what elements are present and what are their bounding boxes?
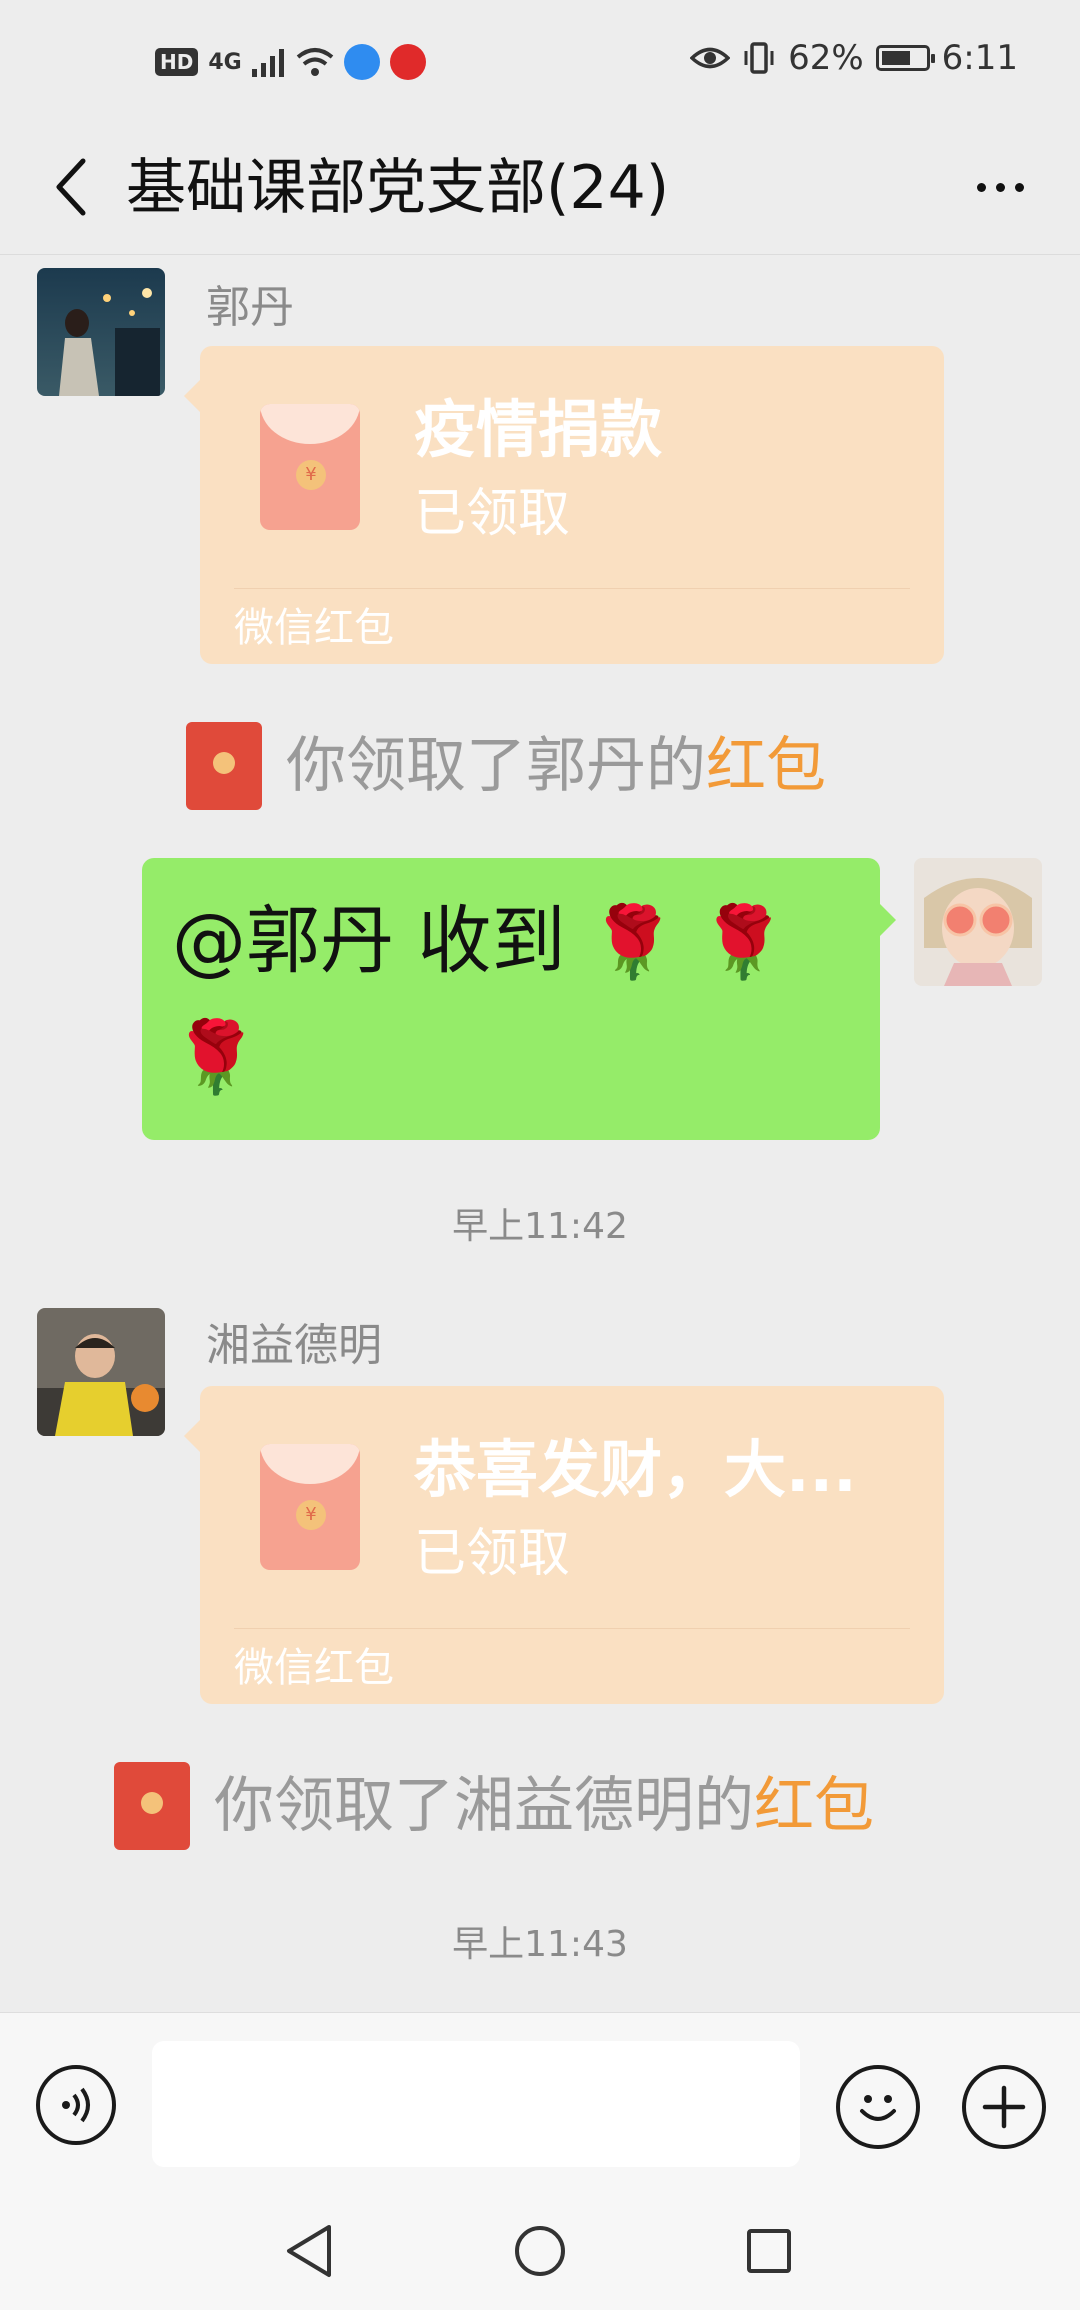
battery-percent: 62% <box>788 38 864 78</box>
clock: 6:11 <box>941 38 1018 78</box>
nav-home-button[interactable] <box>505 2216 575 2286</box>
more-dots-icon <box>976 182 986 192</box>
red-packet-card[interactable]: ¥ 疫情捐款 已领取 微信红包 <box>184 346 944 664</box>
status-right-icons: 62% 6:11 <box>690 38 1018 78</box>
voice-button[interactable] <box>36 2065 116 2145</box>
avatar-image <box>37 1308 165 1436</box>
emoji-button[interactable] <box>836 2065 920 2149</box>
emoji-icon <box>860 2095 896 2121</box>
triangle-back-icon <box>287 2225 331 2277</box>
avatar-guodan[interactable] <box>37 268 165 396</box>
network-label: 4G <box>208 49 242 75</box>
my-message-bubble[interactable]: @郭丹 收到 🌹 🌹 🌹 <box>142 858 896 1140</box>
more-dot <box>995 182 1005 192</box>
input-bar <box>0 2012 1080 2193</box>
system-navigation-bar <box>0 2192 1080 2310</box>
square-recents-icon <box>747 2229 791 2273</box>
status-bar: HD 4G 62% 6:11 <box>0 0 1080 124</box>
eye-icon <box>690 47 731 69</box>
more-dot <box>1014 182 1024 192</box>
chat-header: 基础课部党支部(24) <box>0 124 1080 255</box>
message-input[interactable] <box>152 2041 800 2167</box>
red-packet-divider <box>234 588 910 589</box>
battery-icon <box>875 45 935 71</box>
more-options-button[interactable] <box>960 152 1040 222</box>
rose-emoji: 🌹 <box>172 1016 260 1098</box>
system-notice: 你领取了郭丹的红包 <box>186 722 826 810</box>
red-packet-link[interactable]: 红包 <box>754 1771 874 1841</box>
red-packet-icon: ¥ <box>260 404 360 530</box>
wifi-icon <box>296 48 333 76</box>
voice-icon <box>62 2087 90 2123</box>
system-notice: 你领取了湘益德明的红包 <box>114 1762 874 1850</box>
system-notice-text: 你领取了郭丹的 <box>286 731 706 801</box>
red-packet-status: 已领取 <box>414 1524 571 1584</box>
hd-icon: HD <box>155 48 199 76</box>
more-functions-button[interactable] <box>962 2065 1046 2149</box>
red-packet-small-icon <box>114 1762 190 1850</box>
timestamp: 早上11:43 <box>452 1924 628 1965</box>
sender-name: 湘益德明 <box>206 1320 382 1371</box>
red-packet-status: 已领取 <box>414 484 571 544</box>
red-packet-title: 疫情捐款 <box>414 393 663 466</box>
chat-title: 基础课部党支部(24) <box>126 153 670 223</box>
red-packet-card[interactable]: ¥ 恭喜发财，大... 已领取 微信红包 <box>184 1386 944 1704</box>
red-packet-label: 微信红包 <box>234 605 394 651</box>
back-button[interactable] <box>36 152 106 222</box>
my-avatar[interactable] <box>914 858 1042 986</box>
nav-back-button[interactable] <box>274 2216 344 2286</box>
timestamp: 早上11:42 <box>452 1206 628 1247</box>
app-notification-icon <box>343 44 380 80</box>
red-packet-icon: ¥ <box>260 1444 360 1570</box>
avatar-image <box>37 268 165 396</box>
signal-icon <box>251 49 284 77</box>
message-text: @郭丹 收到 <box>172 898 566 984</box>
rose-emoji: 🌹 <box>589 901 677 983</box>
plus-icon <box>982 2085 1026 2129</box>
red-packet-title: 恭喜发财，大... <box>414 1433 857 1506</box>
red-packet-small-icon <box>186 722 262 810</box>
vibrate-icon <box>744 42 774 74</box>
red-packet-label: 微信红包 <box>234 1645 394 1691</box>
circle-home-icon <box>515 2226 565 2276</box>
rose-emoji: 🌹 <box>699 901 787 983</box>
back-arrow-icon <box>56 158 86 216</box>
red-packet-link[interactable]: 红包 <box>706 731 826 801</box>
avatar-image <box>914 858 1042 986</box>
system-notice-text: 你领取了湘益德明的 <box>214 1771 754 1841</box>
app-notification-icon-2 <box>389 44 426 80</box>
red-packet-divider <box>234 1628 910 1629</box>
avatar-xiangyidm[interactable] <box>37 1308 165 1436</box>
nav-recents-button[interactable] <box>734 2216 804 2286</box>
status-left-icons: HD 4G <box>155 44 426 80</box>
sender-name: 郭丹 <box>206 282 294 333</box>
